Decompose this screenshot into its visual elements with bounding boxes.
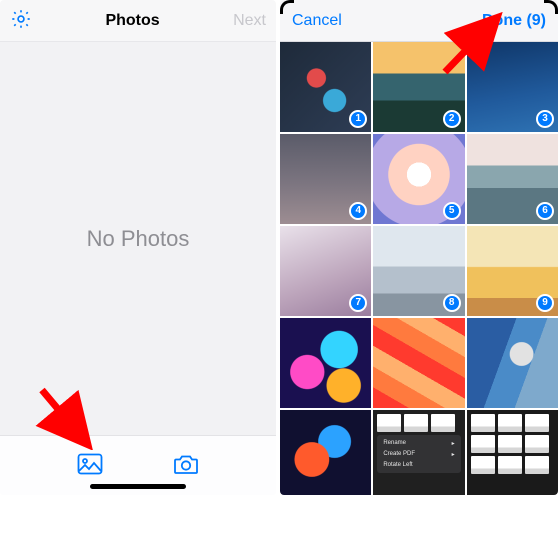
photo-thumb[interactable] <box>280 318 371 408</box>
next-button[interactable]: Next <box>233 12 266 30</box>
selection-badge: 3 <box>536 110 554 128</box>
photo-thumb[interactable]: 7 <box>280 226 371 316</box>
home-indicator <box>90 484 186 489</box>
photo-picker-screen: Cancel Done (9) 1 2 3 4 5 6 7 8 9 Rename… <box>280 0 558 495</box>
corner-decoration <box>280 0 294 14</box>
gear-icon[interactable] <box>10 8 32 33</box>
done-button[interactable]: Done (9) <box>482 12 546 30</box>
photo-thumb[interactable]: 8 <box>373 226 464 316</box>
selection-badge: 6 <box>536 202 554 220</box>
photo-thumb[interactable] <box>467 410 558 495</box>
photo-thumb[interactable]: 5 <box>373 134 464 224</box>
photo-thumb[interactable] <box>467 318 558 408</box>
photo-grid: 1 2 3 4 5 6 7 8 9 Rename▸ Create PDF▸ Ro… <box>280 42 558 495</box>
selection-badge: 1 <box>349 110 367 128</box>
selection-badge: 2 <box>443 110 461 128</box>
photo-thumb[interactable]: 2 <box>373 42 464 132</box>
gallery-icon[interactable] <box>77 453 103 478</box>
photo-thumb[interactable]: 3 <box>467 42 558 132</box>
photo-thumb[interactable] <box>280 410 371 495</box>
photo-canvas: No Photos <box>0 42 276 435</box>
photo-thumb[interactable]: 9 <box>467 226 558 316</box>
photo-thumb[interactable]: Rename▸ Create PDF▸ Rotate Left <box>373 410 464 495</box>
photo-thumb[interactable]: 6 <box>467 134 558 224</box>
camera-icon[interactable] <box>173 453 199 478</box>
left-header: Photos Next <box>0 0 276 42</box>
selection-badge: 4 <box>349 202 367 220</box>
selection-badge: 7 <box>349 294 367 312</box>
photo-thumb[interactable]: 4 <box>280 134 371 224</box>
selection-badge: 9 <box>536 294 554 312</box>
corner-decoration <box>544 0 558 14</box>
photo-thumb[interactable] <box>373 318 464 408</box>
page-title: Photos <box>105 12 159 30</box>
cancel-button[interactable]: Cancel <box>292 12 342 30</box>
selection-badge: 5 <box>443 202 461 220</box>
picker-header: Cancel Done (9) <box>280 0 558 42</box>
photo-thumb[interactable]: 1 <box>280 42 371 132</box>
selection-badge: 8 <box>443 294 461 312</box>
empty-state-text: No Photos <box>87 226 190 252</box>
empty-photos-screen: Photos Next No Photos <box>0 0 276 495</box>
